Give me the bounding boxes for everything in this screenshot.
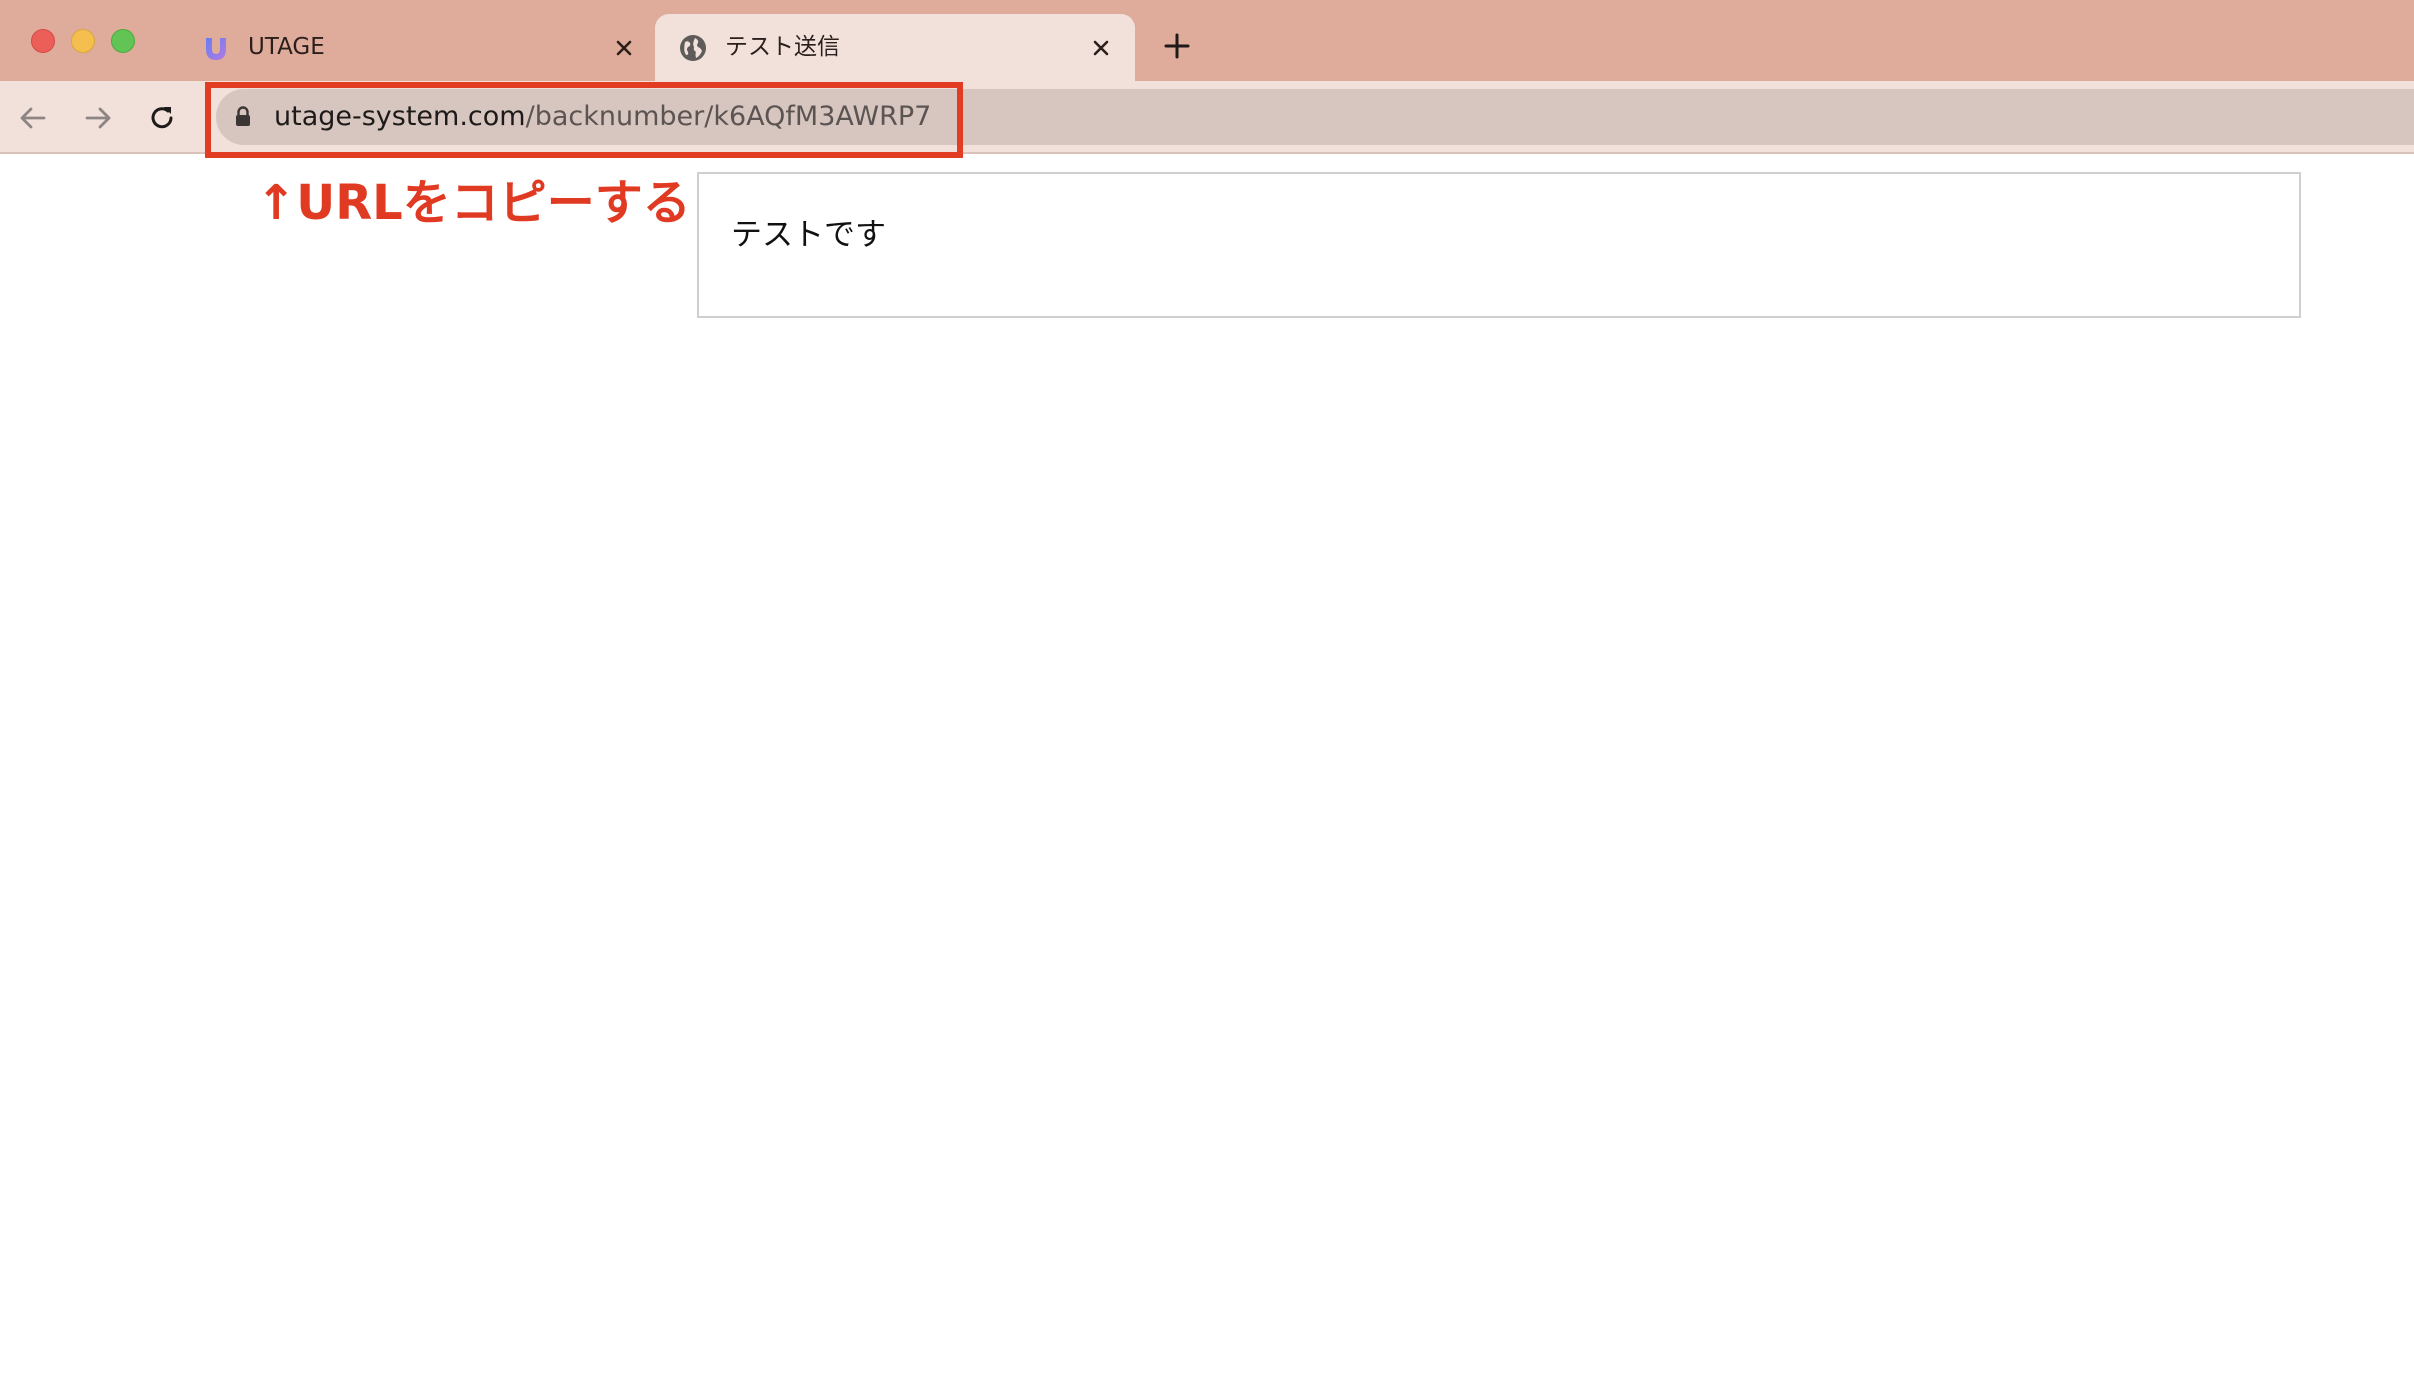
- window-zoom-button[interactable]: [111, 29, 135, 53]
- close-icon[interactable]: [1087, 34, 1115, 62]
- tab-utage[interactable]: UTAGE: [190, 14, 650, 81]
- tab-title: テスト送信: [725, 34, 840, 60]
- tab-strip: UTAGE テスト送信: [0, 0, 2414, 81]
- url-highlight-box: [205, 82, 963, 158]
- copy-url-annotation: ↑URLをコピーする: [256, 175, 691, 231]
- globe-icon: [680, 35, 706, 61]
- message-text: テストです: [731, 217, 886, 253]
- tab-title: UTAGE: [248, 34, 325, 60]
- message-box: テストです: [697, 172, 2301, 318]
- reload-icon[interactable]: [145, 101, 179, 135]
- tab-test-send[interactable]: テスト送信: [655, 14, 1135, 81]
- back-arrow-icon[interactable]: [16, 101, 50, 135]
- window-minimize-button[interactable]: [71, 29, 95, 53]
- new-tab-plus-icon[interactable]: [1162, 31, 1192, 61]
- forward-arrow-icon[interactable]: [81, 101, 115, 135]
- close-icon[interactable]: [610, 34, 638, 62]
- window-close-button[interactable]: [31, 29, 55, 53]
- utage-logo-icon: [206, 38, 226, 60]
